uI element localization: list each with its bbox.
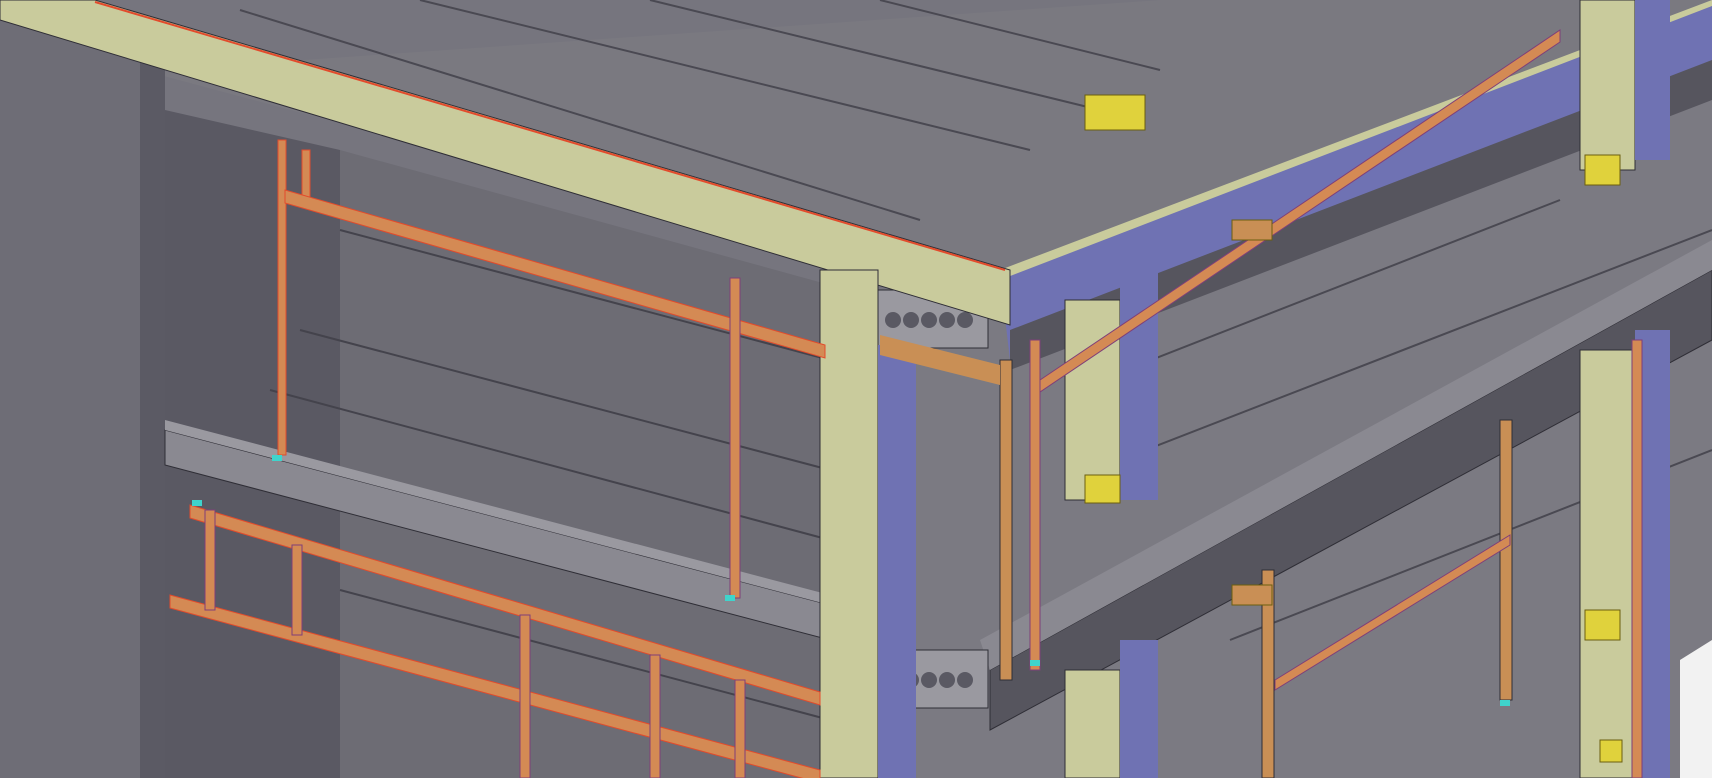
- column-right-mid-lower-side: [1120, 640, 1158, 778]
- column-far-right-side: [1635, 0, 1670, 160]
- column-far-right: [1579, 0, 1636, 171]
- column-right-mid: [1064, 299, 1121, 501]
- right-edge-detail: [1680, 640, 1712, 778]
- column-center: [819, 269, 879, 778]
- model-viewport[interactable]: [0, 0, 1712, 778]
- column-far-right-lower: [1579, 349, 1636, 778]
- column-right-mid-lower: [1064, 669, 1121, 778]
- column-center-side: [878, 345, 916, 778]
- wall-left: [0, 0, 140, 778]
- wall-left-inner: [140, 55, 165, 778]
